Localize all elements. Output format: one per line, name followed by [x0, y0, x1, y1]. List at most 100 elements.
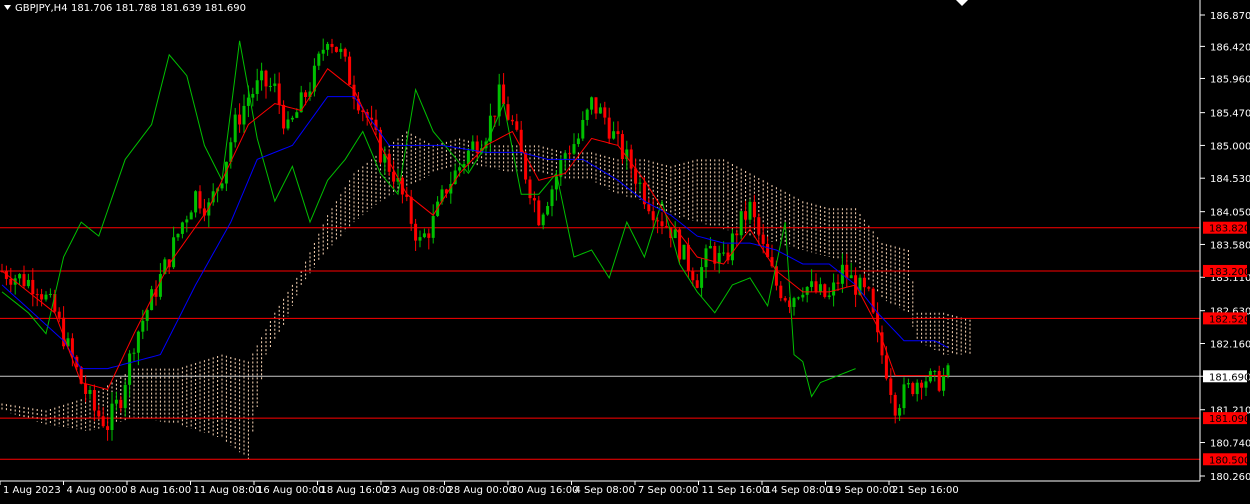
- candle-body: [924, 381, 928, 388]
- x-tick-label: 16 Aug 00:00: [257, 485, 324, 496]
- level-price-label: 183.200: [1209, 267, 1250, 278]
- y-tick-label: 186.420: [1210, 42, 1250, 53]
- candle-body: [818, 284, 822, 292]
- x-tick-label: 11 Aug 08:00: [194, 485, 261, 496]
- candle-body: [510, 119, 514, 122]
- candle-body: [317, 53, 321, 66]
- candle-body: [651, 211, 655, 221]
- x-tick-label: 30 Aug 16:00: [511, 485, 578, 496]
- candle-body: [273, 83, 277, 86]
- x-tick-label: 8 Aug 16:00: [130, 485, 191, 496]
- level-price-label: 183.820: [1209, 224, 1250, 235]
- candle-body: [48, 293, 52, 295]
- candle-body: [933, 371, 937, 373]
- candle-body: [572, 144, 576, 154]
- candle-body: [471, 141, 475, 151]
- candle-body: [343, 48, 347, 57]
- candle-body: [752, 201, 756, 218]
- candle-body: [682, 244, 686, 260]
- candle-body: [937, 371, 941, 391]
- candle-body: [123, 384, 127, 409]
- candle-body: [647, 204, 651, 212]
- candle-body: [185, 219, 189, 223]
- y-tick-label: 180.260: [1210, 472, 1250, 483]
- candle-body: [101, 416, 105, 427]
- candle-body: [180, 222, 184, 234]
- candle-body: [603, 107, 607, 118]
- candle-body: [889, 378, 893, 395]
- candle-body: [691, 270, 695, 281]
- candle-body: [326, 43, 330, 50]
- candle-body: [515, 121, 519, 130]
- candle-body: [730, 233, 734, 261]
- candle-body: [282, 104, 286, 129]
- candle-body: [141, 320, 145, 332]
- x-tick-label: 23 Aug 08:00: [384, 485, 451, 496]
- candle-body: [893, 394, 897, 416]
- x-tick-label: 18 Aug 16:00: [321, 485, 388, 496]
- candle-body: [906, 383, 910, 385]
- candle-body: [286, 119, 290, 129]
- candle-body: [779, 285, 783, 299]
- candle-body: [220, 183, 224, 189]
- y-tick-label: 182.160: [1210, 339, 1250, 350]
- candle-body: [673, 229, 677, 239]
- y-tick-label: 183.580: [1210, 240, 1250, 251]
- candle-body: [128, 353, 132, 385]
- candle-body: [827, 295, 831, 297]
- x-tick-label: 28 Aug 00:00: [448, 485, 515, 496]
- candle-body: [427, 233, 431, 238]
- candle-body: [431, 215, 435, 238]
- candle-body: [321, 49, 325, 54]
- candle-body: [585, 109, 589, 120]
- candle-body: [849, 275, 853, 279]
- price-chart[interactable]: GBPJPY,H4 181.706 181.788 181.639 181.69…: [0, 0, 1250, 500]
- candle-body: [194, 191, 198, 213]
- candle-body: [348, 56, 352, 85]
- candle-body: [590, 97, 594, 110]
- candle-body: [92, 390, 96, 411]
- candle-body: [290, 117, 294, 120]
- candle-body: [57, 311, 61, 318]
- candle-body: [136, 331, 140, 353]
- candle-body: [31, 279, 35, 295]
- candle-body: [946, 365, 950, 376]
- y-tick-label: 185.000: [1210, 141, 1250, 152]
- candle-body: [392, 171, 396, 182]
- candle-body: [757, 217, 761, 235]
- candle-body: [251, 94, 255, 98]
- candle-body: [744, 211, 748, 220]
- candle-body: [106, 426, 110, 430]
- level-price-label: 181.090: [1209, 414, 1250, 425]
- y-tick-label: 184.530: [1210, 174, 1250, 185]
- candle-body: [418, 237, 422, 241]
- candle-body: [928, 371, 932, 382]
- candle-body: [532, 198, 536, 201]
- candle-body: [576, 138, 580, 145]
- candle-body: [506, 104, 510, 120]
- candle-body: [915, 382, 919, 395]
- candle-body: [84, 383, 88, 394]
- candle-body: [704, 248, 708, 268]
- candle-body: [35, 294, 39, 296]
- candle-body: [541, 214, 545, 226]
- candle-body: [277, 83, 281, 105]
- candle-body: [110, 403, 114, 430]
- candle-body: [735, 233, 739, 236]
- candle-body: [88, 390, 92, 394]
- candle-body: [783, 298, 787, 301]
- candle-body: [264, 70, 268, 87]
- candle-body: [44, 294, 48, 300]
- candle-body: [836, 282, 840, 284]
- candle-body: [686, 244, 690, 271]
- candle-body: [898, 408, 902, 416]
- level-price-label: 182.520: [1209, 314, 1250, 325]
- candle-body: [660, 221, 664, 227]
- candle-body: [563, 153, 567, 160]
- candle-body: [546, 206, 550, 215]
- candle-body: [18, 274, 22, 279]
- candle-body: [805, 286, 809, 295]
- chart-root: GBPJPY,H4 181.706 181.788 181.639 181.69…: [0, 0, 1250, 500]
- candle-body: [233, 114, 237, 143]
- candle-body: [97, 410, 101, 417]
